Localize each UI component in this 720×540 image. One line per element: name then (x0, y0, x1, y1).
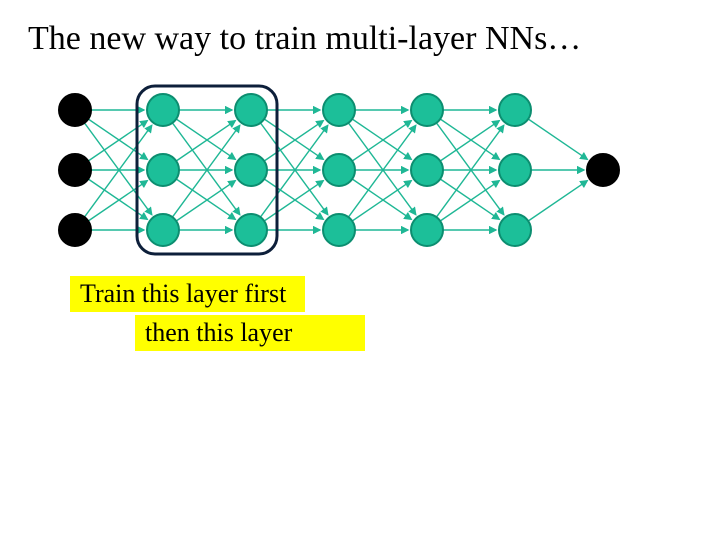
nn-node (411, 154, 443, 186)
nn-node (147, 154, 179, 186)
nn-node (323, 94, 355, 126)
nn-node (411, 214, 443, 246)
caption-first: Train this layer first (70, 276, 305, 312)
nn-node (147, 94, 179, 126)
nn-node (587, 154, 619, 186)
nn-diagram (45, 80, 645, 260)
nn-node (59, 94, 91, 126)
slide-title: The new way to train multi-layer NNs… (28, 20, 688, 58)
nn-node (499, 94, 531, 126)
nn-node (411, 94, 443, 126)
nn-node (235, 214, 267, 246)
nn-node (59, 154, 91, 186)
nn-node (323, 154, 355, 186)
nn-node (499, 154, 531, 186)
nn-node (323, 214, 355, 246)
nn-svg (45, 80, 645, 260)
nn-node (499, 214, 531, 246)
nn-node (235, 154, 267, 186)
nn-node (147, 214, 179, 246)
nn-node (235, 94, 267, 126)
caption-second: then this layer (135, 315, 365, 351)
nn-node (59, 214, 91, 246)
